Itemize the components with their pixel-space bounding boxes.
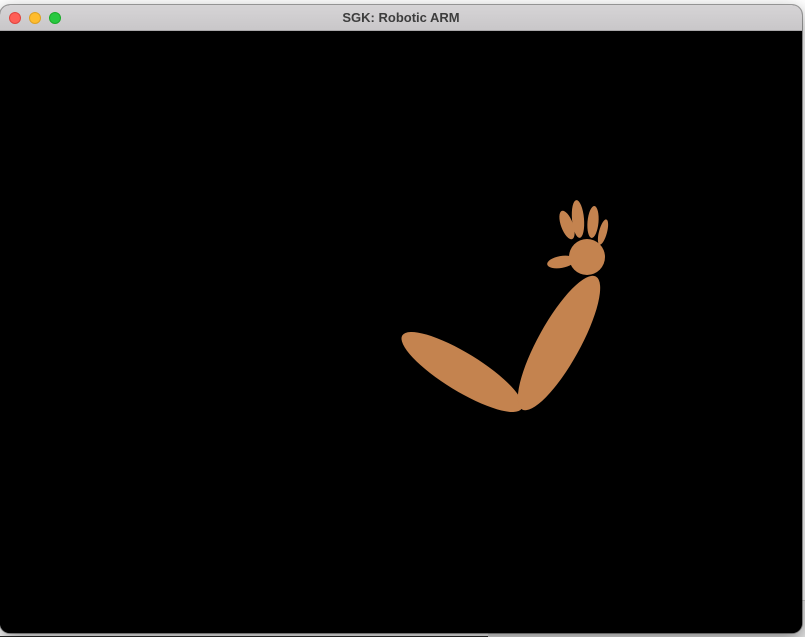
window-title: SGK: Robotic ARM <box>342 10 460 25</box>
app-window: SGK: Robotic ARM <box>0 5 802 633</box>
canvas-background <box>0 31 802 633</box>
title-bar[interactable]: SGK: Robotic ARM <box>0 5 802 31</box>
render-canvas[interactable] <box>0 31 802 633</box>
robotic-arm-scene <box>0 31 802 633</box>
